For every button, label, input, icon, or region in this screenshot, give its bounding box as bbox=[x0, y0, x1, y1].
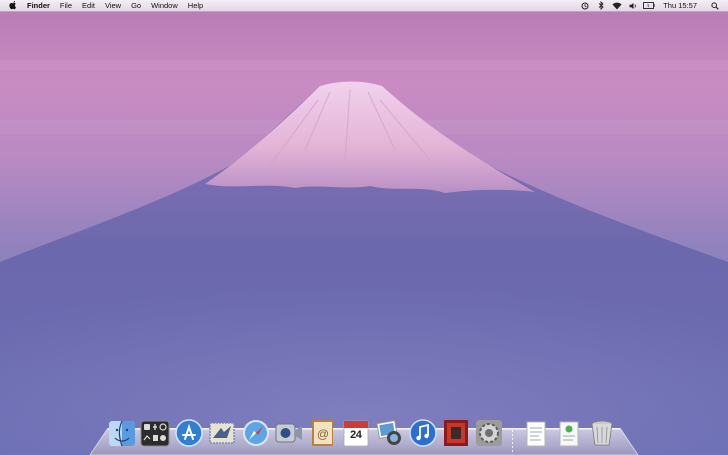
menu-file[interactable]: File bbox=[55, 0, 77, 11]
menu-view[interactable]: View bbox=[100, 0, 126, 11]
dock-iphoto-icon[interactable] bbox=[374, 418, 404, 448]
menu-app-finder[interactable]: Finder bbox=[27, 0, 55, 11]
dock-documents-stack-icon[interactable] bbox=[521, 418, 551, 448]
dock-downloads-stack-icon[interactable] bbox=[554, 418, 584, 448]
dock-mail-icon[interactable] bbox=[207, 418, 237, 448]
menu-bar-status: Thu 15:57 bbox=[575, 0, 728, 11]
spotlight-icon[interactable] bbox=[709, 0, 721, 11]
dock-facetime-icon[interactable] bbox=[274, 418, 304, 448]
menu-go[interactable]: Go bbox=[126, 0, 146, 11]
dock-photo-booth-icon[interactable] bbox=[441, 418, 471, 448]
dock-separator bbox=[508, 418, 518, 452]
svg-text:@: @ bbox=[317, 427, 329, 441]
apple-menu-icon[interactable] bbox=[9, 1, 19, 10]
dock-address-book-icon[interactable]: @ bbox=[307, 418, 337, 448]
menu-clock[interactable]: Thu 15:57 bbox=[663, 1, 697, 10]
menu-bar: Finder File Edit View Go Window Help Thu… bbox=[0, 0, 728, 12]
dock-dashboard-icon[interactable] bbox=[140, 418, 170, 448]
dock-trash-icon[interactable] bbox=[587, 418, 617, 448]
dock-itunes-icon[interactable] bbox=[408, 418, 438, 448]
dock-system-preferences-icon[interactable] bbox=[474, 418, 504, 448]
wifi-icon[interactable] bbox=[611, 0, 623, 11]
menu-bar-left: Finder File Edit View Go Window Help bbox=[0, 0, 208, 11]
ical-day-number: 24 bbox=[350, 429, 362, 441]
time-machine-icon[interactable] bbox=[579, 0, 591, 11]
bluetooth-icon[interactable] bbox=[595, 0, 607, 11]
battery-icon[interactable] bbox=[643, 0, 655, 11]
dock-app-store-icon[interactable] bbox=[174, 418, 204, 448]
volume-icon[interactable] bbox=[627, 0, 639, 11]
dock-finder-icon[interactable] bbox=[107, 418, 137, 448]
dock-safari-icon[interactable] bbox=[241, 418, 271, 448]
menu-window[interactable]: Window bbox=[146, 0, 183, 11]
menu-edit[interactable]: Edit bbox=[77, 0, 100, 11]
dock: @ 24 bbox=[107, 410, 621, 452]
dock-ical-icon[interactable]: 24 bbox=[341, 418, 371, 448]
desktop-wallpaper bbox=[0, 0, 728, 455]
menu-help[interactable]: Help bbox=[183, 0, 208, 11]
